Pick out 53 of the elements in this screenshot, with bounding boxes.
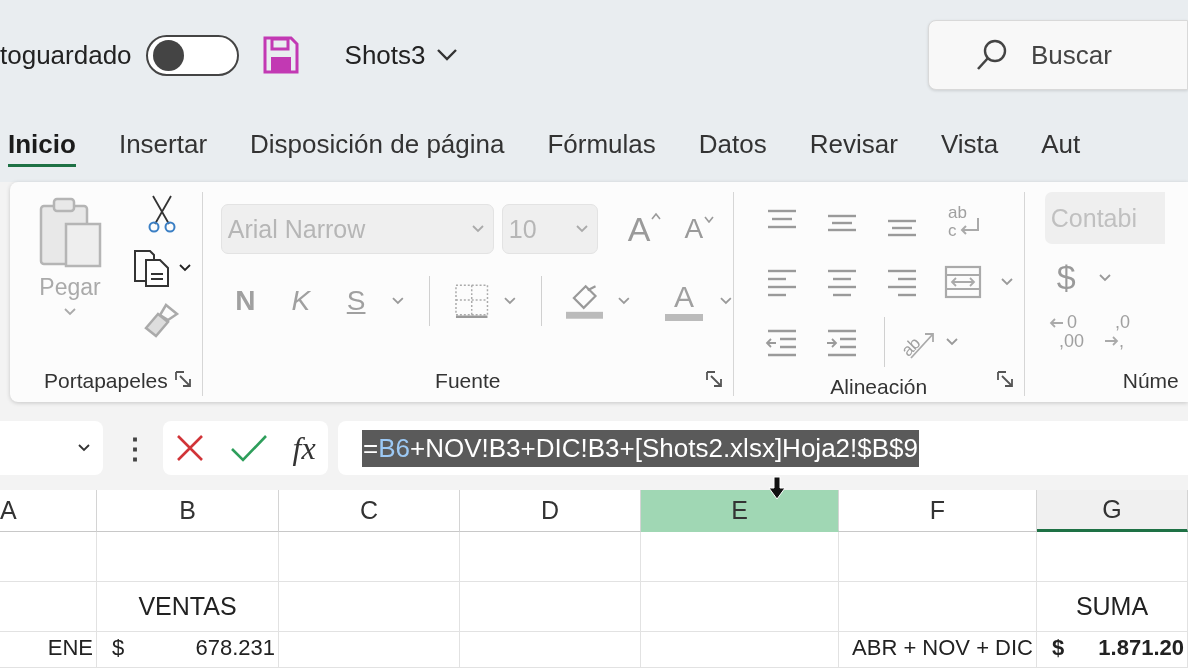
cell-value: 1.871.20 [1098, 635, 1184, 661]
ribbon-tab[interactable]: Vista [940, 125, 999, 167]
column-header[interactable]: G [1037, 490, 1188, 532]
currency-symbol: $ [1051, 635, 1065, 661]
column-header[interactable]: E [641, 490, 839, 532]
ribbon-tab[interactable]: Aut [1041, 125, 1081, 167]
group-label: Alineación [829, 374, 929, 400]
dialog-launcher-icon[interactable] [173, 370, 194, 390]
group-label: Portapapeles [44, 368, 168, 394]
caret-icon [703, 215, 716, 223]
cancel-icon[interactable] [175, 433, 206, 463]
borders-icon[interactable] [453, 283, 489, 319]
more-button[interactable]: ⋮ [121, 431, 149, 465]
ribbon-tab[interactable]: Datos [698, 125, 767, 167]
ribbon-tab[interactable]: Revisar [809, 125, 898, 167]
ribbon-tab[interactable]: Inicio [8, 125, 76, 167]
ribbon-tab[interactable]: Insertar [118, 125, 208, 167]
table-cell: SUMA [1037, 582, 1188, 632]
scissors-icon[interactable] [147, 194, 177, 234]
group-label: Fuente [434, 368, 502, 394]
column-header[interactable]: B [97, 490, 279, 532]
save-icon[interactable] [262, 36, 299, 74]
insert-function-button[interactable]: fx [292, 429, 316, 467]
ribbon-tab[interactable]: Fórmulas [547, 125, 656, 167]
search-field[interactable]: Buscar [928, 20, 1188, 90]
column-header[interactable]: C [279, 490, 460, 532]
table-cell: VENTAS [97, 582, 279, 632]
currency-symbol: $ [111, 635, 125, 661]
autosave-label: toguardado [0, 39, 132, 71]
file-name-menu[interactable]: Shots3 [344, 39, 458, 71]
table-cell: ENE [0, 632, 97, 668]
table-cell: ABR + NOV + DIC [839, 632, 1037, 668]
formula-text[interactable]: =B6+NOV!B3+DIC!B3+[Shots2.xlsx]Hoja2!$B$9 [362, 429, 919, 467]
dialog-launcher-icon[interactable] [704, 370, 725, 390]
ribbon-tab[interactable]: Disposición de página [250, 125, 505, 167]
copy-icon[interactable] [132, 248, 172, 288]
chevron-icon[interactable] [77, 443, 91, 453]
search-icon [975, 38, 1009, 72]
chevron-icon[interactable] [435, 48, 458, 62]
autosave-toggle[interactable] [145, 34, 239, 76]
confirm-icon[interactable] [229, 433, 268, 463]
column-header[interactable]: A [0, 490, 97, 532]
column-header[interactable]: D [460, 490, 641, 532]
caret-icon [650, 212, 663, 220]
fill-color-icon[interactable] [565, 282, 604, 320]
merge-center-icon[interactable] [943, 265, 982, 299]
format-painter-icon[interactable] [144, 302, 180, 338]
group-label: Núme [1121, 368, 1179, 394]
dialog-launcher-icon[interactable] [995, 370, 1016, 390]
column-header[interactable]: F [839, 490, 1037, 532]
chevron-icon[interactable] [178, 263, 192, 273]
cell-value: 678.231 [195, 635, 275, 661]
clipboard-icon[interactable] [38, 196, 102, 268]
